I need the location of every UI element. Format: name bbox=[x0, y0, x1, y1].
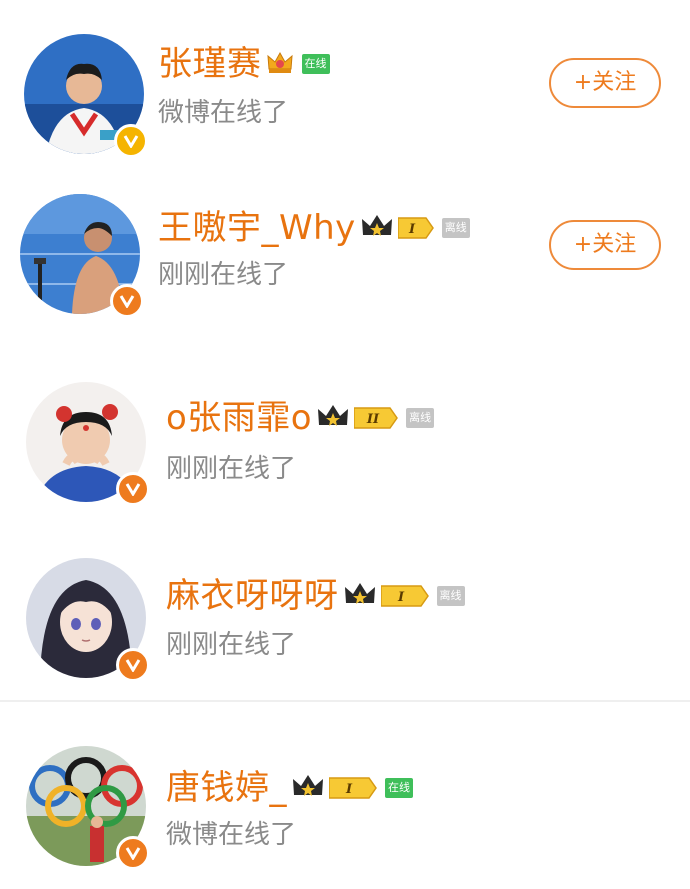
verified-badge-icon bbox=[110, 284, 144, 318]
crown-icon bbox=[343, 579, 377, 613]
user-name[interactable]: 王嗷宇_Why bbox=[158, 206, 356, 250]
list-item[interactable]: 张瑾赛 在线 微博在线了 +关注 bbox=[0, 20, 690, 180]
list-item[interactable]: o张雨霏o II 离线 刚刚在线了 bbox=[0, 374, 690, 534]
verified-badge-icon bbox=[116, 836, 150, 870]
online-status-tag: 在线 bbox=[385, 778, 413, 798]
section-divider bbox=[0, 700, 690, 702]
user-name[interactable]: 麻衣呀呀呀 bbox=[166, 574, 339, 618]
level-badge: I bbox=[380, 584, 429, 608]
crown-icon bbox=[266, 49, 294, 79]
offline-status-tag: 离线 bbox=[436, 586, 465, 606]
list-item[interactable]: 唐钱婷_ I 在线 微博在线了 bbox=[0, 738, 690, 889]
user-name[interactable]: o张雨霏o bbox=[166, 396, 312, 440]
level-badge: I bbox=[329, 776, 377, 800]
svg-text:I: I bbox=[408, 222, 416, 237]
user-status: 微博在线了 bbox=[166, 820, 297, 850]
user-name[interactable]: 张瑾赛 bbox=[158, 42, 262, 86]
svg-text:I: I bbox=[345, 782, 353, 797]
verified-badge-icon bbox=[114, 124, 148, 158]
avatar[interactable] bbox=[24, 34, 148, 158]
user-status: 微博在线了 bbox=[158, 98, 289, 128]
svg-text:I: I bbox=[396, 590, 404, 605]
level-badge: II bbox=[354, 406, 399, 430]
list-item[interactable]: 麻衣呀呀呀 I 离线 刚刚在线了 bbox=[0, 550, 690, 710]
avatar[interactable] bbox=[20, 194, 144, 318]
avatar[interactable] bbox=[26, 382, 150, 506]
verified-badge-icon bbox=[116, 648, 150, 682]
level-badge: I bbox=[397, 216, 434, 240]
user-name[interactable]: 唐钱婷_ bbox=[166, 766, 287, 810]
offline-status-tag: 离线 bbox=[406, 408, 435, 428]
follow-button[interactable]: +关注 bbox=[549, 58, 661, 108]
user-list: 张瑾赛 在线 微博在线了 +关注 王嗷宇_Why I 离线 刚刚在线了 +关注 … bbox=[0, 0, 690, 889]
verified-badge-icon bbox=[116, 472, 150, 506]
user-status: 刚刚在线了 bbox=[166, 454, 297, 484]
user-status: 刚刚在线了 bbox=[158, 260, 289, 290]
crown-icon bbox=[291, 771, 325, 805]
crown-icon bbox=[360, 211, 394, 245]
list-item[interactable]: 王嗷宇_Why I 离线 刚刚在线了 +关注 bbox=[0, 182, 690, 342]
online-status-tag: 在线 bbox=[301, 54, 330, 74]
follow-button[interactable]: +关注 bbox=[549, 220, 661, 270]
user-status: 刚刚在线了 bbox=[166, 630, 297, 660]
svg-text:II: II bbox=[366, 412, 380, 427]
offline-status-tag: 离线 bbox=[441, 218, 470, 238]
avatar[interactable] bbox=[26, 746, 150, 870]
avatar[interactable] bbox=[26, 558, 150, 682]
crown-icon bbox=[316, 401, 350, 435]
